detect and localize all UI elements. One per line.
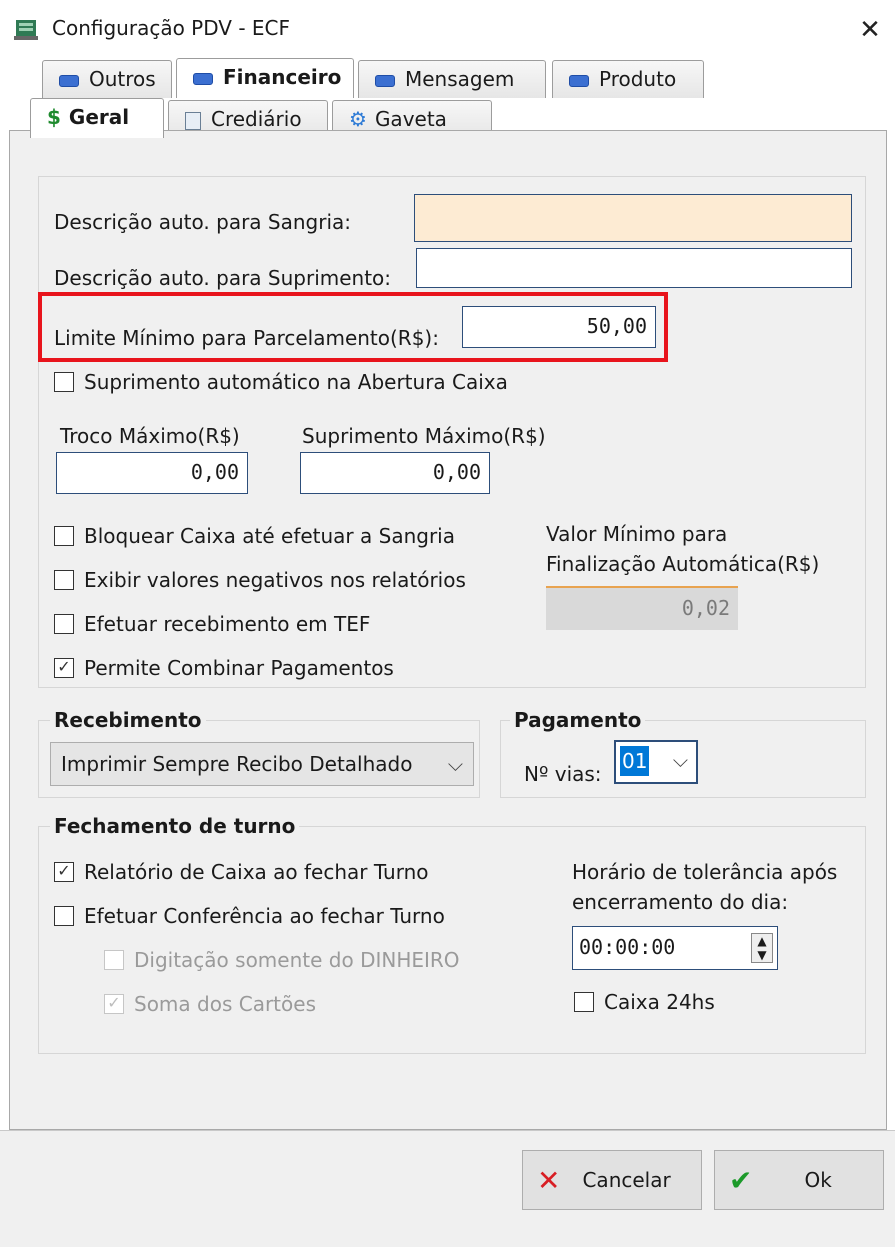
tef-checkbox[interactable]: Efetuar recebimento em TEF	[54, 612, 370, 636]
tab-label: Crediário	[211, 107, 302, 131]
fechamento-title: Fechamento de turno	[50, 814, 300, 838]
tab-outros[interactable]: Outros	[42, 60, 172, 98]
app-icon	[14, 18, 38, 40]
checkmark-icon: ✔	[729, 1163, 753, 1197]
horario-label-1: Horário de tolerância após	[572, 860, 838, 884]
ok-button[interactable]: ✔ Ok	[714, 1150, 884, 1210]
caixa-24hs-checkbox[interactable]: Caixa 24hs	[574, 990, 715, 1014]
spreadsheet-icon	[185, 111, 201, 130]
combinar-pagamentos-checkbox[interactable]: ✓ Permite Combinar Pagamentos	[54, 656, 394, 680]
tab-mensagem[interactable]: Mensagem	[358, 60, 546, 98]
vias-label: Nº vias:	[524, 762, 602, 786]
tab-geral[interactable]: $ Geral	[30, 98, 164, 138]
tab-icon	[569, 74, 589, 87]
gear-icon: ⚙	[349, 107, 367, 131]
checkbox-label: Caixa 24hs	[604, 990, 715, 1014]
sangria-label: Descrição auto. para Sangria:	[54, 210, 352, 234]
conferencia-checkbox[interactable]: Efetuar Conferência ao fechar Turno	[54, 904, 445, 928]
suprimento-auto-checkbox[interactable]: Suprimento automático na Abertura Caixa	[54, 370, 508, 394]
checkbox-box	[104, 950, 124, 970]
checkbox-label: Permite Combinar Pagamentos	[84, 656, 394, 680]
checkbox-label: Suprimento automático na Abertura Caixa	[84, 370, 508, 394]
tab-label: Outros	[89, 67, 156, 91]
recebimento-select[interactable]: Imprimir Sempre Recibo Detalhado ⌵	[50, 742, 474, 786]
time-value: 00:00:00	[579, 935, 676, 959]
exibir-negativos-checkbox[interactable]: Exibir valores negativos nos relatórios	[54, 568, 466, 592]
valor-minimo-input: 0,02	[546, 586, 738, 630]
title-bar: Configuração PDV - ECF ✕	[0, 0, 895, 58]
vias-select[interactable]: 01 ⌵	[614, 740, 698, 784]
limite-input[interactable]: 50,00	[462, 306, 656, 348]
pagamento-title: Pagamento	[510, 708, 646, 732]
checkmark-icon: ✓	[104, 994, 124, 1014]
button-label: Cancelar	[582, 1168, 671, 1192]
checkbox-box	[54, 570, 74, 590]
checkbox-box	[54, 372, 74, 392]
spinner-icon[interactable]: ▲ ▼	[751, 933, 773, 963]
close-button[interactable]: ✕	[852, 10, 888, 50]
checkbox-label: Relatório de Caixa ao fechar Turno	[84, 860, 429, 884]
checkbox-label: Digitação somente do DINHEIRO	[134, 948, 460, 972]
tab-label: Financeiro	[223, 65, 342, 89]
horario-input[interactable]: 00:00:00 ▲ ▼	[572, 926, 778, 970]
checkbox-box	[574, 992, 594, 1012]
troco-input[interactable]: 0,00	[56, 452, 248, 494]
chevron-down-icon: ⌵	[672, 748, 688, 772]
tab-label: Gaveta	[374, 107, 447, 131]
dollar-icon: $	[47, 105, 61, 129]
relatorio-caixa-checkbox[interactable]: ✓ Relatório de Caixa ao fechar Turno	[54, 860, 429, 884]
tab-label: Produto	[599, 67, 677, 91]
suprimento-max-input[interactable]: 0,00	[300, 452, 490, 494]
checkbox-label: Soma dos Cartões	[134, 992, 316, 1016]
horario-label-2: encerramento do dia:	[572, 890, 789, 914]
tab-icon	[59, 74, 79, 87]
tab-produto[interactable]: Produto	[552, 60, 704, 98]
checkbox-label: Bloquear Caixa até efetuar a Sangria	[84, 524, 455, 548]
valor-minimo-label-2: Finalização Automática(R$)	[546, 552, 820, 576]
soma-cartoes-checkbox: ✓ Soma dos Cartões	[104, 992, 316, 1016]
checkbox-label: Efetuar recebimento em TEF	[84, 612, 371, 636]
window-title: Configuração PDV - ECF	[52, 16, 290, 40]
tab-icon	[193, 72, 213, 85]
checkbox-box	[54, 906, 74, 926]
digitacao-checkbox: Digitação somente do DINHEIRO	[104, 948, 460, 972]
limite-label: Limite Mínimo para Parcelamento(R$):	[54, 326, 439, 350]
valor-minimo-label-1: Valor Mínimo para	[546, 522, 728, 546]
troco-label: Troco Máximo(R$)	[60, 424, 240, 448]
tab-icon	[375, 74, 395, 87]
suprimento-input[interactable]	[416, 248, 852, 288]
bloquear-checkbox[interactable]: Bloquear Caixa até efetuar a Sangria	[54, 524, 455, 548]
checkbox-box	[54, 614, 74, 634]
tab-label: Mensagem	[405, 67, 515, 91]
select-value: 01	[620, 746, 650, 776]
checkmark-icon: ✓	[54, 862, 74, 882]
close-icon: ✕	[537, 1163, 561, 1197]
select-value: Imprimir Sempre Recibo Detalhado	[61, 752, 413, 776]
checkmark-icon: ✓	[54, 658, 74, 678]
recebimento-title: Recebimento	[50, 708, 206, 732]
tab-label: Geral	[68, 105, 130, 129]
suprimento-label: Descrição auto. para Suprimento:	[54, 266, 392, 290]
checkbox-box	[54, 526, 74, 546]
checkbox-label: Efetuar Conferência ao fechar Turno	[84, 904, 445, 928]
chevron-down-icon: ⌵	[447, 752, 463, 776]
cancel-button[interactable]: ✕ Cancelar	[522, 1150, 702, 1210]
tab-financeiro[interactable]: Financeiro	[176, 58, 354, 98]
checkbox-label: Exibir valores negativos nos relatórios	[84, 568, 466, 592]
button-label: Ok	[804, 1168, 832, 1192]
sangria-input[interactable]	[414, 194, 852, 242]
suprimento-max-label: Suprimento Máximo(R$)	[302, 424, 546, 448]
